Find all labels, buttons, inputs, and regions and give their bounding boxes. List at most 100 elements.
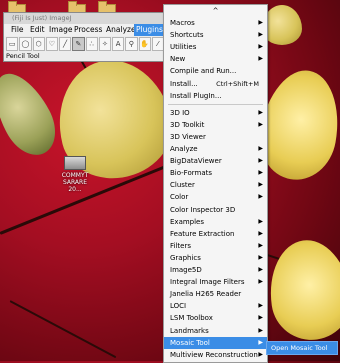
branch bbox=[9, 300, 117, 359]
menu-item-bio-formats[interactable]: Bio-Formats ▶ bbox=[164, 167, 267, 179]
menu-item-label: Image5D bbox=[170, 266, 202, 274]
shortcut-text: Ctrl+Shift+M bbox=[216, 79, 259, 88]
line-icon[interactable]: ╱ bbox=[59, 37, 72, 51]
toolbar: ▭ ◯ ⬡ ♡ ╱ ✎ ∴ ✧ A ⚲ ✋ ⁄ bbox=[6, 37, 164, 51]
submenu-open-mosaic-tool[interactable]: Open Mosaic Tool bbox=[266, 341, 338, 355]
submenu-arrow-icon: ▶ bbox=[258, 108, 263, 116]
polygon-icon[interactable]: ⬡ bbox=[32, 37, 45, 51]
menu-item-analyze[interactable]: Analyze ▶ bbox=[164, 143, 267, 155]
submenu-arrow-icon: ▶ bbox=[258, 31, 263, 39]
submenu-arrow-icon: ▶ bbox=[258, 338, 263, 346]
submenu-arrow-icon: ▶ bbox=[258, 145, 263, 152]
window-title: (Fiji Is Just) ImageJ bbox=[4, 13, 166, 24]
magnifier-icon[interactable]: ⚲ bbox=[125, 37, 138, 51]
yellow-leaf bbox=[263, 234, 340, 346]
menu-item-shortcuts[interactable]: Shortcuts ▶ bbox=[164, 29, 267, 41]
menu-item-label: Mosaic Tool bbox=[170, 338, 210, 347]
text-icon[interactable]: A bbox=[112, 37, 125, 51]
menu-item-label: Filters bbox=[170, 241, 191, 250]
menu-item-label: 3D IO bbox=[170, 108, 190, 117]
menu-item-mosaic-tool[interactable]: Mosaic Tool ▶ bbox=[164, 336, 267, 349]
oval-icon[interactable]: ◯ bbox=[19, 37, 32, 51]
menu-item-label: BigDataViewer bbox=[170, 157, 222, 166]
menu-item-utilities[interactable]: Utilities ▶ bbox=[164, 41, 267, 53]
pencil-icon[interactable]: ✎ bbox=[72, 37, 85, 51]
menu-item-janelia-h265-reader[interactable]: Janelia H265 Reader bbox=[164, 288, 267, 300]
menu-item-multiview-reconstruction[interactable]: Multiview Reconstruction ▶ bbox=[164, 349, 267, 361]
submenu-arrow-icon: ▶ bbox=[258, 314, 263, 322]
menu-item-feature-extraction[interactable]: Feature Extraction ▶ bbox=[164, 228, 267, 240]
menu-analyze[interactable]: Analyze bbox=[104, 24, 138, 36]
freehand-icon[interactable]: ♡ bbox=[45, 37, 58, 51]
drive-icon bbox=[64, 156, 86, 170]
menu-process[interactable]: Process bbox=[72, 24, 104, 36]
menu-item-3d-toolkit[interactable]: 3D Toolkit ▶ bbox=[164, 119, 267, 131]
menu-item-color-inspector-3d[interactable]: Color Inspector 3D bbox=[164, 204, 267, 216]
menu-item-label: Shortcuts bbox=[170, 31, 204, 40]
submenu-arrow-icon: ▶ bbox=[258, 120, 263, 128]
wand-icon[interactable]: ✧ bbox=[98, 37, 111, 51]
menu-item-label: Utilities bbox=[170, 43, 197, 52]
menu-item-examples[interactable]: Examples ▶ bbox=[164, 216, 267, 228]
scroll-up-arrow[interactable]: ^ bbox=[164, 5, 267, 17]
submenu-arrow-icon: ▶ bbox=[258, 350, 263, 358]
menu-item-label: Examples bbox=[170, 217, 205, 226]
desktop-shortcut[interactable]: COMMYT SARARE 20... bbox=[56, 156, 94, 193]
menu-item-filters[interactable]: Filters ▶ bbox=[164, 240, 267, 252]
menu-item-label: Janelia H265 Reader bbox=[170, 290, 242, 299]
submenu-arrow-icon: ▶ bbox=[258, 253, 263, 261]
menu-item-label: Macros bbox=[170, 19, 195, 27]
menu-item-3d-io[interactable]: 3D IO ▶ bbox=[164, 107, 267, 119]
plugins-menu: ^ Macros ▶ Shortcuts ▶ Utilities ▶ New ▶ Compile… bbox=[163, 4, 268, 363]
menu-item-integral-image-filters[interactable]: Integral Image Filters ▶ bbox=[164, 276, 267, 288]
submenu-arrow-icon: ▶ bbox=[258, 43, 263, 51]
submenu-arrow-icon: ▶ bbox=[258, 326, 263, 334]
submenu-arrow-icon: ▶ bbox=[258, 19, 263, 26]
menu-item-label: LSM Toolbox bbox=[170, 314, 213, 323]
menu-item-macros[interactable]: Macros ▶ bbox=[164, 17, 267, 29]
menu-item-image5d[interactable]: Image5D ▶ bbox=[164, 264, 267, 276]
menu-separator bbox=[168, 103, 263, 105]
menu-item-label: Install PlugIn... bbox=[170, 91, 222, 100]
submenu-arrow-icon: ▶ bbox=[258, 278, 263, 286]
menu-item-label: New bbox=[170, 55, 186, 64]
menu-item-new[interactable]: New ▶ bbox=[164, 53, 267, 65]
menu-item-install[interactable]: Install... Ctrl+Shift+M bbox=[164, 78, 267, 90]
menu-item-label: Graphics bbox=[170, 253, 201, 262]
submenu-arrow-icon: ▶ bbox=[258, 266, 263, 273]
menu-item-label: 3D Toolkit bbox=[170, 120, 205, 129]
menu-item-loci[interactable]: LOCI ▶ bbox=[164, 300, 267, 312]
menu-plugins[interactable]: Plugins bbox=[134, 24, 165, 36]
rectangle-icon[interactable]: ▭ bbox=[6, 37, 19, 51]
menu-item-label: Landmarks bbox=[170, 326, 209, 335]
menu-item-landmarks[interactable]: Landmarks ▶ bbox=[164, 325, 267, 337]
green-leaf bbox=[0, 63, 66, 165]
menu-item-label: Color Inspector 3D bbox=[170, 205, 236, 214]
menu-image[interactable]: Image bbox=[47, 24, 75, 36]
menu-item-bigdataviewer[interactable]: BigDataViewer ▶ bbox=[164, 155, 267, 167]
menubar: File Edit Image Process Analyze Plugins bbox=[4, 24, 166, 36]
submenu-arrow-icon: ▶ bbox=[258, 157, 263, 165]
submenu-arrow-icon: ▶ bbox=[258, 302, 263, 310]
menu-item-compile-and-run[interactable]: Compile and Run... bbox=[164, 65, 267, 77]
submenu-arrow-icon: ▶ bbox=[258, 193, 263, 201]
menu-item-label: 3D Viewer bbox=[170, 132, 206, 141]
submenu-arrow-icon: ▶ bbox=[258, 217, 263, 225]
status-text: Pencil Tool bbox=[6, 52, 40, 60]
menu-item-label: Analyze bbox=[170, 145, 198, 153]
submenu-arrow-icon: ▶ bbox=[258, 241, 263, 249]
menu-item-install-plugin[interactable]: Install PlugIn... bbox=[164, 90, 267, 102]
hand-icon[interactable]: ✋ bbox=[138, 37, 151, 51]
submenu-arrow-icon: ▶ bbox=[258, 181, 263, 189]
menu-item-cluster[interactable]: Cluster ▶ bbox=[164, 179, 267, 191]
point-icon[interactable]: ∴ bbox=[85, 37, 98, 51]
submenu-arrow-icon: ▶ bbox=[258, 169, 263, 177]
menu-item-label: Color bbox=[170, 193, 189, 202]
menu-file[interactable]: File bbox=[9, 24, 26, 36]
menu-item-lsm-toolbox[interactable]: LSM Toolbox ▶ bbox=[164, 312, 267, 324]
menu-edit[interactable]: Edit bbox=[28, 24, 47, 36]
menu-item-color[interactable]: Color ▶ bbox=[164, 191, 267, 203]
menu-item-3d-viewer[interactable]: 3D Viewer bbox=[164, 131, 267, 143]
menu-item-label: Cluster bbox=[170, 181, 195, 190]
menu-item-graphics[interactable]: Graphics ▶ bbox=[164, 252, 267, 264]
